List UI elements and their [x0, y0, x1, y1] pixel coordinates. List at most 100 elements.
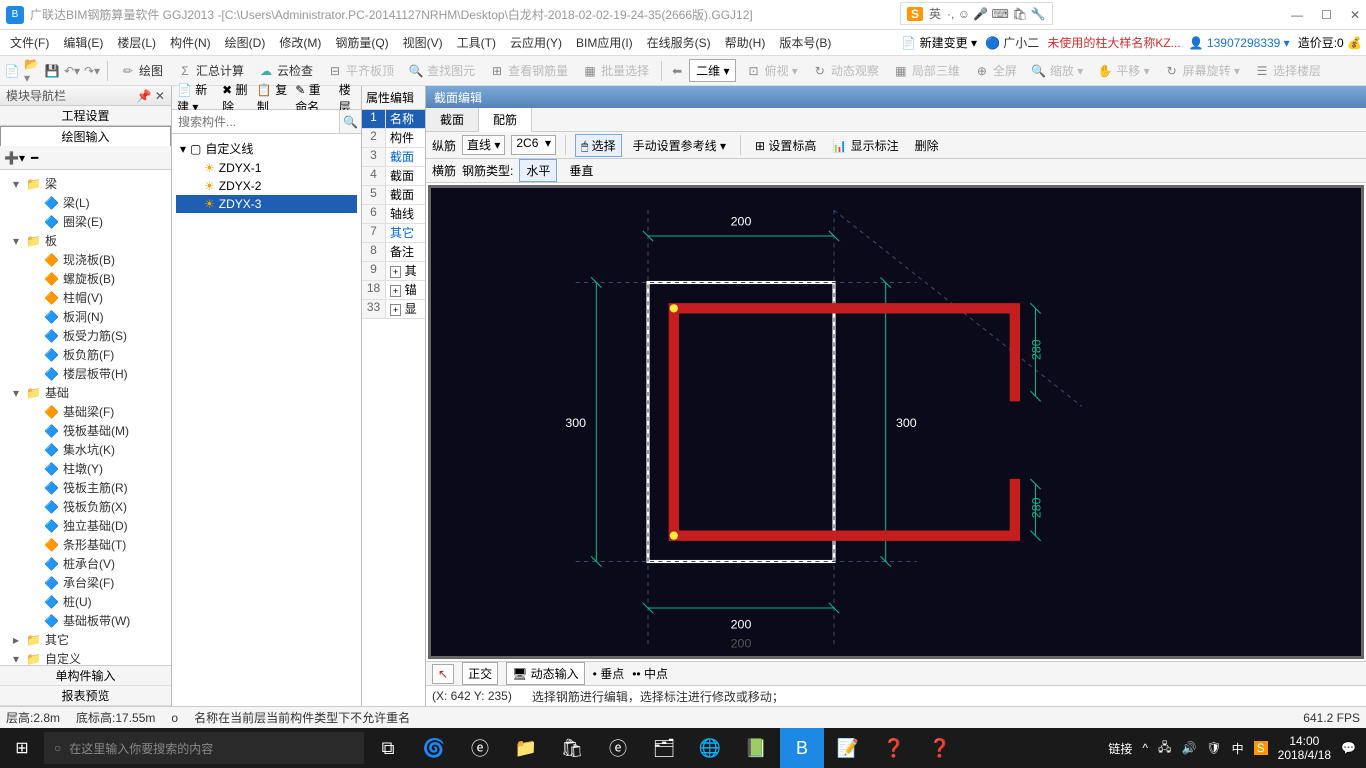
dynamic-view-button[interactable]: ↻动态观察: [807, 60, 884, 81]
app-icon-2[interactable]: 🗂: [642, 728, 686, 768]
ime-s-icon[interactable]: S: [907, 7, 923, 21]
tree-item[interactable]: 🔷承台梁(F): [2, 573, 169, 592]
vertical-option[interactable]: 垂直: [563, 160, 599, 181]
menu-bim[interactable]: BIM应用(I): [570, 31, 639, 54]
cloud-check-button[interactable]: ☁云检查: [253, 60, 318, 81]
menu-cloud[interactable]: 云应用(Y): [504, 31, 568, 54]
tree-item[interactable]: 🔶基础梁(F): [2, 402, 169, 421]
tree-item[interactable]: 🔷柱墩(Y): [2, 459, 169, 478]
app-icon-1[interactable]: 🌀: [412, 728, 456, 768]
tree-item[interactable]: 🔷独立基础(D): [2, 516, 169, 535]
search-icon[interactable]: 🔍: [339, 110, 361, 133]
tree-item[interactable]: 🔶条形基础(T): [2, 535, 169, 554]
store-icon[interactable]: 🛍: [550, 728, 594, 768]
component-tree[interactable]: ▾▢自定义线☀ZDYX-1☀ZDYX-2☀ZDYX-3: [172, 134, 361, 706]
tree-item[interactable]: ▾📁板: [2, 231, 169, 250]
pin-icon[interactable]: 📌 ✕: [137, 89, 165, 103]
rotate-button[interactable]: ↻屏幕旋转 ▾: [1159, 60, 1245, 81]
nav-report-preview[interactable]: 报表预览: [0, 686, 171, 706]
select-floor-button[interactable]: ☰选择楼层: [1249, 60, 1326, 81]
chrome-icon[interactable]: 🌐: [688, 728, 732, 768]
zoom-button[interactable]: 🔍缩放 ▾: [1026, 60, 1088, 81]
show-annotation-button[interactable]: 📊 显示标注: [827, 135, 903, 156]
ime-s-tray[interactable]: S: [1254, 741, 1268, 755]
set-elevation-button[interactable]: ⊞ 设置标高: [750, 135, 821, 156]
menu-draw[interactable]: 绘图(D): [219, 31, 272, 54]
volume-icon[interactable]: 🔊: [1181, 741, 1196, 755]
tree-item[interactable]: 🔷筏板基础(M): [2, 421, 169, 440]
open-icon[interactable]: 📂▾: [24, 63, 40, 79]
menu-file[interactable]: 文件(F): [4, 31, 55, 54]
viewmode-select[interactable]: 二维 ▾: [689, 59, 736, 82]
tab-section[interactable]: 截面: [426, 108, 479, 131]
tree-item[interactable]: 🔶柱帽(V): [2, 288, 169, 307]
tree-item[interactable]: 🔷板负筋(F): [2, 345, 169, 364]
app-icon-3[interactable]: 📗: [734, 728, 778, 768]
property-row[interactable]: 5截面: [362, 186, 425, 205]
maximize-icon[interactable]: ☐: [1321, 8, 1332, 22]
ime-toolbar[interactable]: S 英 ·, ☺ 🎤 ⌨ 🛍 🔧: [900, 2, 1053, 25]
tree-item[interactable]: ▾📁自定义: [2, 649, 169, 665]
explorer-icon[interactable]: 📁: [504, 728, 548, 768]
component-item[interactable]: ☀ZDYX-2: [176, 177, 357, 195]
draw-button[interactable]: ✏绘图: [115, 60, 168, 81]
property-row[interactable]: 33+ 显示: [362, 300, 425, 319]
drawing-canvas[interactable]: 200 200 200 300 300 280: [428, 185, 1364, 659]
edge-icon[interactable]: ⓔ: [458, 728, 502, 768]
ie-icon[interactable]: ⓔ: [596, 728, 640, 768]
local3d-button[interactable]: ▦局部三维: [888, 60, 965, 81]
user-avatar[interactable]: 🔵 广小二: [985, 34, 1039, 51]
app-icon-7[interactable]: ❓: [918, 728, 962, 768]
app-icon-6[interactable]: ❓: [872, 728, 916, 768]
nav-single-input[interactable]: 单构件输入: [0, 666, 171, 686]
network-icon[interactable]: 🖧: [1158, 738, 1171, 759]
dynamic-input-button[interactable]: 🖥 动态输入: [506, 662, 585, 685]
flat-button[interactable]: ⊟平齐板顶: [322, 60, 399, 81]
add-icon[interactable]: ➕▾: [4, 151, 25, 165]
pan-button[interactable]: ✋平移 ▾: [1092, 60, 1154, 81]
property-row[interactable]: 2构件: [362, 129, 425, 148]
tree-item[interactable]: 🔷圈梁(E): [2, 212, 169, 231]
menu-edit[interactable]: 编辑(E): [57, 31, 109, 54]
menu-floor[interactable]: 楼层(L): [111, 31, 162, 54]
property-row[interactable]: 18+ 锚固: [362, 281, 425, 300]
menu-help[interactable]: 帮助(H): [719, 31, 772, 54]
undo-icon[interactable]: ↶▾: [64, 63, 80, 79]
minimize-icon[interactable]: —: [1291, 8, 1303, 22]
ime-tray-icon[interactable]: 中: [1232, 740, 1244, 757]
ime-lang[interactable]: 英: [929, 5, 941, 22]
property-row[interactable]: 9+ 其它: [362, 262, 425, 281]
property-row[interactable]: 8备注: [362, 243, 425, 262]
close-icon[interactable]: ✕: [1350, 8, 1360, 22]
menu-view[interactable]: 视图(V): [397, 31, 449, 54]
rebar-spec-select[interactable]: 2C6 ▾: [511, 135, 556, 155]
new-icon[interactable]: 📄: [4, 63, 20, 79]
tree-item[interactable]: 🔶现浇板(B): [2, 250, 169, 269]
sum-button[interactable]: Σ汇总计算: [172, 60, 249, 81]
tree-item[interactable]: 🔷梁(L): [2, 193, 169, 212]
links-label[interactable]: 链接: [1108, 740, 1132, 757]
line-icon[interactable]: ━: [31, 151, 38, 165]
tree-item[interactable]: 🔷基础板带(W): [2, 611, 169, 630]
tree-item[interactable]: ▾📁梁: [2, 174, 169, 193]
tab-rebar[interactable]: 配筋: [479, 108, 532, 132]
menu-rebar[interactable]: 钢筋量(Q): [329, 31, 394, 54]
topview-button[interactable]: ⊡俯视 ▾: [740, 60, 802, 81]
system-tray[interactable]: 链接 ^ 🖧 🔊 🛡 中 S 14:002018/4/18 💬: [1100, 734, 1364, 763]
menu-online[interactable]: 在线服务(S): [641, 31, 717, 54]
start-button[interactable]: ⊞: [2, 728, 42, 768]
component-item[interactable]: ☀ZDYX-3: [176, 195, 357, 213]
nav-back-icon[interactable]: ⬅: [669, 63, 685, 79]
component-item[interactable]: ☀ZDYX-1: [176, 159, 357, 177]
app-icon-4[interactable]: B: [780, 728, 824, 768]
notification-icon[interactable]: 💬: [1341, 741, 1356, 755]
tree-item[interactable]: 🔷板受力筋(S): [2, 326, 169, 345]
tree-item[interactable]: 🔷板洞(N): [2, 307, 169, 326]
tree-item[interactable]: 🔶螺旋板(B): [2, 269, 169, 288]
clock[interactable]: 14:002018/4/18: [1278, 734, 1331, 763]
task-view-icon[interactable]: ⧉: [366, 728, 410, 768]
shield-icon[interactable]: 🛡: [1206, 741, 1221, 755]
find-button[interactable]: 🔍查找图元: [403, 60, 480, 81]
tray-up-icon[interactable]: ^: [1142, 741, 1148, 755]
search-input[interactable]: [172, 110, 339, 133]
